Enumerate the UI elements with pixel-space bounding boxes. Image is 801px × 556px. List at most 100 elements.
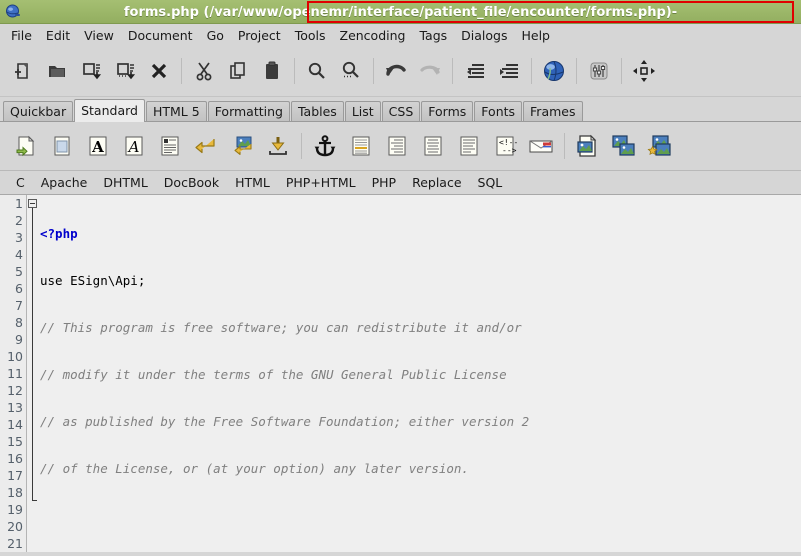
svg-text:-->: --> (502, 146, 517, 155)
heading-icon[interactable] (379, 129, 415, 163)
code-editor[interactable]: 1 2 3 4 5 6 7 8 9 10 11 12 13 14 15 16 1… (0, 195, 801, 552)
unindent-icon[interactable] (458, 53, 492, 89)
email-icon[interactable] (523, 129, 559, 163)
line-number: 13 (7, 400, 23, 415)
tab-formatting[interactable]: Formatting (207, 101, 290, 121)
preferences-icon[interactable] (582, 53, 616, 89)
main-toolbar (0, 46, 801, 97)
fold-toggle-icon[interactable] (28, 199, 37, 208)
code-line-2[interactable]: use ESign\Api; (40, 272, 801, 289)
line-number: 3 (15, 230, 23, 245)
save-file-icon[interactable] (74, 53, 108, 89)
menu-item-zencoding[interactable]: Zencoding (333, 26, 413, 45)
tab-frames[interactable]: Frames (523, 101, 583, 121)
standard-toolbar: A A <!-- --> (0, 122, 801, 171)
copy-icon[interactable] (221, 53, 255, 89)
center-icon[interactable] (415, 129, 451, 163)
lang-item-sql[interactable]: SQL (470, 175, 511, 190)
find-replace-icon[interactable] (334, 53, 368, 89)
indent-icon[interactable] (492, 53, 526, 89)
line-number: 14 (7, 417, 23, 432)
save-as-icon[interactable] (108, 53, 142, 89)
code-fold-column (27, 195, 39, 552)
toolbar-separator (564, 133, 565, 159)
code-line-1[interactable]: <?php (40, 225, 801, 242)
code-line-4[interactable]: // modify it under the terms of the GNU … (40, 366, 801, 383)
non-breaking-space-icon[interactable] (260, 129, 296, 163)
line-number: 9 (15, 332, 23, 347)
menu-item-go[interactable]: Go (200, 26, 231, 45)
bold-icon[interactable]: A (80, 129, 116, 163)
language-bar: C Apache DHTML DocBook HTML PHP+HTML PHP… (0, 171, 801, 195)
preformatted-icon[interactable] (451, 129, 487, 163)
multi-thumbnail-icon[interactable] (642, 129, 678, 163)
quickstart-icon[interactable] (8, 129, 44, 163)
svg-text:A: A (127, 138, 140, 156)
lang-item-docbook[interactable]: DocBook (156, 175, 227, 190)
line-number: 15 (7, 434, 23, 449)
menu-item-dialogs[interactable]: Dialogs (454, 26, 514, 45)
toolbar-separator (452, 58, 453, 84)
tab-fonts[interactable]: Fonts (474, 101, 523, 121)
code-line-6[interactable]: // of the License, or (at your option) a… (40, 460, 801, 477)
code-text-area[interactable]: <?php use ESign\Api; // This program is … (40, 195, 801, 552)
menu-item-document[interactable]: Document (121, 26, 200, 45)
body-icon[interactable] (44, 129, 80, 163)
line-number: 11 (7, 366, 23, 381)
paste-icon[interactable] (255, 53, 289, 89)
open-file-icon[interactable] (40, 53, 74, 89)
line-number: 4 (15, 247, 23, 262)
fold-guide-line (32, 208, 33, 501)
menu-item-tags[interactable]: Tags (412, 26, 454, 45)
anchor-icon[interactable] (307, 129, 343, 163)
menu-item-tools[interactable]: Tools (288, 26, 333, 45)
tab-forms[interactable]: Forms (421, 101, 474, 121)
lang-item-apache[interactable]: Apache (33, 175, 96, 190)
fold-guide-end (32, 500, 37, 501)
code-line-5[interactable]: // as published by the Free Software Fou… (40, 413, 801, 430)
undo-icon[interactable] (379, 53, 413, 89)
menu-item-project[interactable]: Project (231, 26, 288, 45)
globe-icon[interactable] (4, 3, 22, 21)
comment-icon[interactable]: <!-- --> (487, 129, 523, 163)
cut-icon[interactable] (187, 53, 221, 89)
preview-in-browser-icon[interactable] (537, 53, 571, 89)
insert-thumbnail-icon[interactable] (606, 129, 642, 163)
menu-item-view[interactable]: View (77, 26, 121, 45)
paragraph-icon[interactable] (152, 129, 188, 163)
toolbar-separator (373, 58, 374, 84)
break-clear-icon[interactable] (224, 129, 260, 163)
line-number: 19 (7, 502, 23, 517)
new-file-icon[interactable] (6, 53, 40, 89)
break-icon[interactable] (188, 129, 224, 163)
lang-item-php-html[interactable]: PHP+HTML (278, 175, 364, 190)
tab-list[interactable]: List (344, 101, 381, 121)
fullscreen-icon[interactable] (627, 53, 661, 89)
rule-icon[interactable] (343, 129, 379, 163)
italic-icon[interactable]: A (116, 129, 152, 163)
line-number: 16 (7, 451, 23, 466)
code-line-7[interactable] (40, 507, 801, 524)
tab-quickbar[interactable]: Quickbar (3, 101, 74, 121)
menu-item-edit[interactable]: Edit (39, 26, 77, 45)
toolbar-tab-bar: Quickbar Standard HTML 5 Formatting Tabl… (0, 97, 801, 122)
tab-html5[interactable]: HTML 5 (145, 101, 207, 121)
tab-tables[interactable]: Tables (290, 101, 344, 121)
toolbar-separator (181, 58, 182, 84)
line-number: 5 (15, 264, 23, 279)
tab-css[interactable]: CSS (381, 101, 421, 121)
lang-item-c[interactable]: C (8, 175, 33, 190)
redo-icon[interactable] (413, 53, 447, 89)
menu-item-help[interactable]: Help (514, 26, 557, 45)
toolbar-separator (621, 58, 622, 84)
tab-standard[interactable]: Standard (74, 99, 145, 122)
menu-item-file[interactable]: File (4, 26, 39, 45)
lang-item-php[interactable]: PHP (364, 175, 404, 190)
close-file-icon[interactable] (142, 53, 176, 89)
insert-image-icon[interactable] (570, 129, 606, 163)
lang-item-html[interactable]: HTML (227, 175, 278, 190)
lang-item-dhtml[interactable]: DHTML (95, 175, 155, 190)
code-line-3[interactable]: // This program is free software; you ca… (40, 319, 801, 336)
lang-item-replace[interactable]: Replace (404, 175, 469, 190)
find-icon[interactable] (300, 53, 334, 89)
